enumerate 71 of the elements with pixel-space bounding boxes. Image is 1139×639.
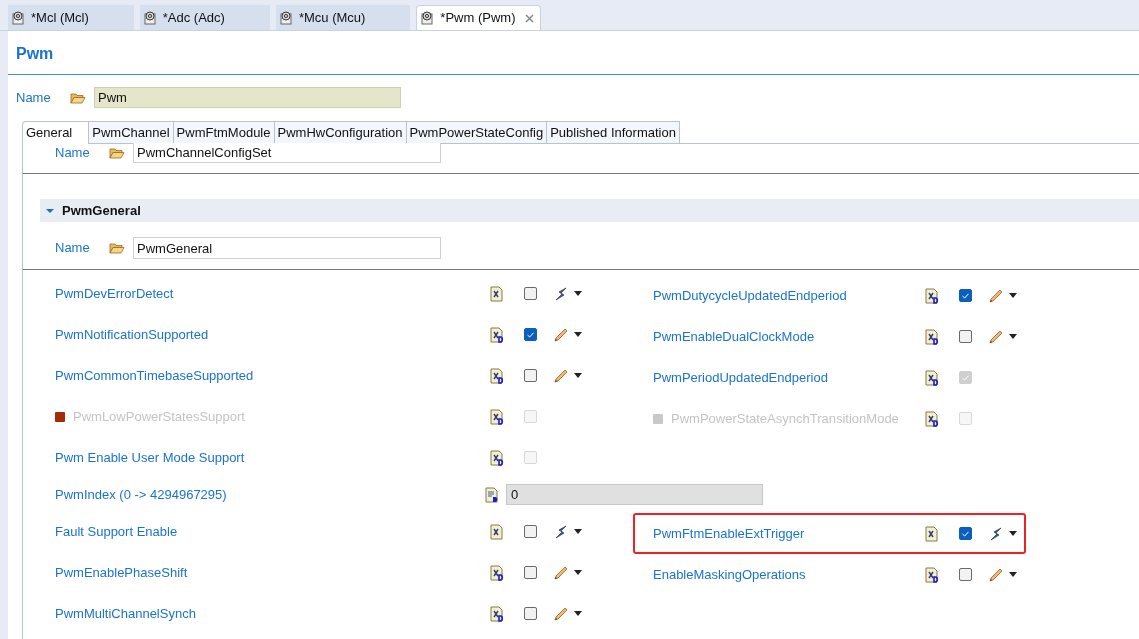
- section-name-field[interactable]: PwmGeneral: [133, 237, 441, 259]
- name-label: Name: [16, 88, 52, 107]
- caret-icon: [1009, 334, 1017, 339]
- config-tab[interactable]: PwmPowerStateConfig: [405, 121, 548, 144]
- edit-mode-dropdown[interactable]: [554, 524, 582, 539]
- caret-icon: [574, 291, 582, 296]
- edit-mode-dropdown[interactable]: [989, 526, 1017, 541]
- config-tab[interactable]: PwmChannel: [88, 121, 174, 144]
- checkmark-icon: [527, 331, 534, 338]
- checkbox[interactable]: [524, 328, 537, 341]
- checkbox[interactable]: [524, 566, 537, 579]
- page-title: Pwm: [8, 31, 1139, 75]
- checkbox[interactable]: [959, 330, 972, 343]
- caret-icon: [1009, 531, 1017, 536]
- folder-icon: [109, 242, 125, 254]
- module-file-icon: [142, 10, 157, 25]
- editor-tab[interactable]: *Mcu (Mcu): [275, 5, 411, 30]
- expanded-caret-icon: [46, 206, 54, 215]
- config-name-field[interactable]: PwmChannelConfigSet: [133, 143, 441, 163]
- parameter-label[interactable]: PwmMultiChannelSynch: [55, 603, 196, 624]
- caret-icon: [574, 570, 582, 575]
- caret-icon: [574, 332, 582, 337]
- caret-icon: [1009, 572, 1017, 577]
- name-field[interactable]: Pwm: [94, 87, 401, 108]
- parameter-label[interactable]: PwmNotificationSupported: [55, 324, 209, 345]
- checkbox[interactable]: [959, 289, 972, 302]
- folder-icon: [70, 91, 86, 104]
- checkmark-icon: [962, 292, 969, 299]
- checkbox[interactable]: [959, 527, 972, 540]
- editor-tab[interactable]: *Mcl (Mcl): [8, 5, 134, 30]
- close-icon[interactable]: [525, 13, 535, 23]
- module-file-icon: [420, 11, 435, 25]
- checkbox[interactable]: [524, 287, 537, 300]
- module-file-icon: [11, 10, 25, 25]
- module-file-icon: [278, 10, 293, 25]
- parameter-label[interactable]: PwmFtmEnableExtTrigger: [653, 523, 805, 544]
- parameter-label[interactable]: EnableMaskingOperations: [653, 564, 806, 585]
- config-tab[interactable]: Published Information: [546, 121, 680, 144]
- parameter-label[interactable]: PwmDutycycleUpdatedEndperiod: [653, 285, 847, 306]
- checkmark-icon: [962, 530, 969, 537]
- caret-icon: [574, 373, 582, 378]
- config-tab[interactable]: General: [22, 121, 90, 144]
- checkbox[interactable]: [524, 369, 537, 382]
- editor-tab[interactable]: *Adc (Adc): [139, 5, 270, 30]
- edit-mode-dropdown[interactable]: [989, 288, 1017, 303]
- parameter-label[interactable]: PwmDevErrorDetect: [55, 283, 174, 304]
- edit-mode-dropdown[interactable]: [554, 606, 582, 621]
- folder-icon: [109, 147, 125, 159]
- edit-mode-dropdown[interactable]: [989, 329, 1017, 344]
- caret-icon: [574, 611, 582, 616]
- parameter-label[interactable]: PwmEnablePhaseShift: [55, 562, 188, 583]
- name-label: Name: [55, 144, 91, 163]
- parameter-label[interactable]: PwmEnableDualClockMode: [653, 326, 815, 347]
- checkbox[interactable]: [524, 525, 537, 538]
- checkbox[interactable]: [959, 568, 972, 581]
- caret-icon: [574, 529, 582, 534]
- number-document-icon: [484, 486, 500, 503]
- parameter-label[interactable]: PwmCommonTimebaseSupported: [55, 365, 254, 386]
- edit-mode-dropdown[interactable]: [554, 327, 582, 342]
- parameter-label[interactable]: Fault Support Enable: [55, 521, 178, 542]
- caret-icon: [1009, 293, 1017, 298]
- edit-mode-dropdown[interactable]: [554, 286, 582, 301]
- config-tab[interactable]: PwmHwConfiguration: [273, 121, 407, 144]
- edit-mode-dropdown[interactable]: [554, 565, 582, 580]
- checkbox[interactable]: [524, 607, 537, 620]
- editor-tab[interactable]: *Pwm (Pwm): [416, 5, 542, 30]
- name-label: Name: [55, 239, 91, 258]
- edit-mode-dropdown[interactable]: [989, 567, 1017, 582]
- checkmark-icon: [962, 374, 969, 381]
- edit-mode-dropdown[interactable]: [554, 368, 582, 383]
- section-header[interactable]: PwmGeneral: [40, 199, 1139, 222]
